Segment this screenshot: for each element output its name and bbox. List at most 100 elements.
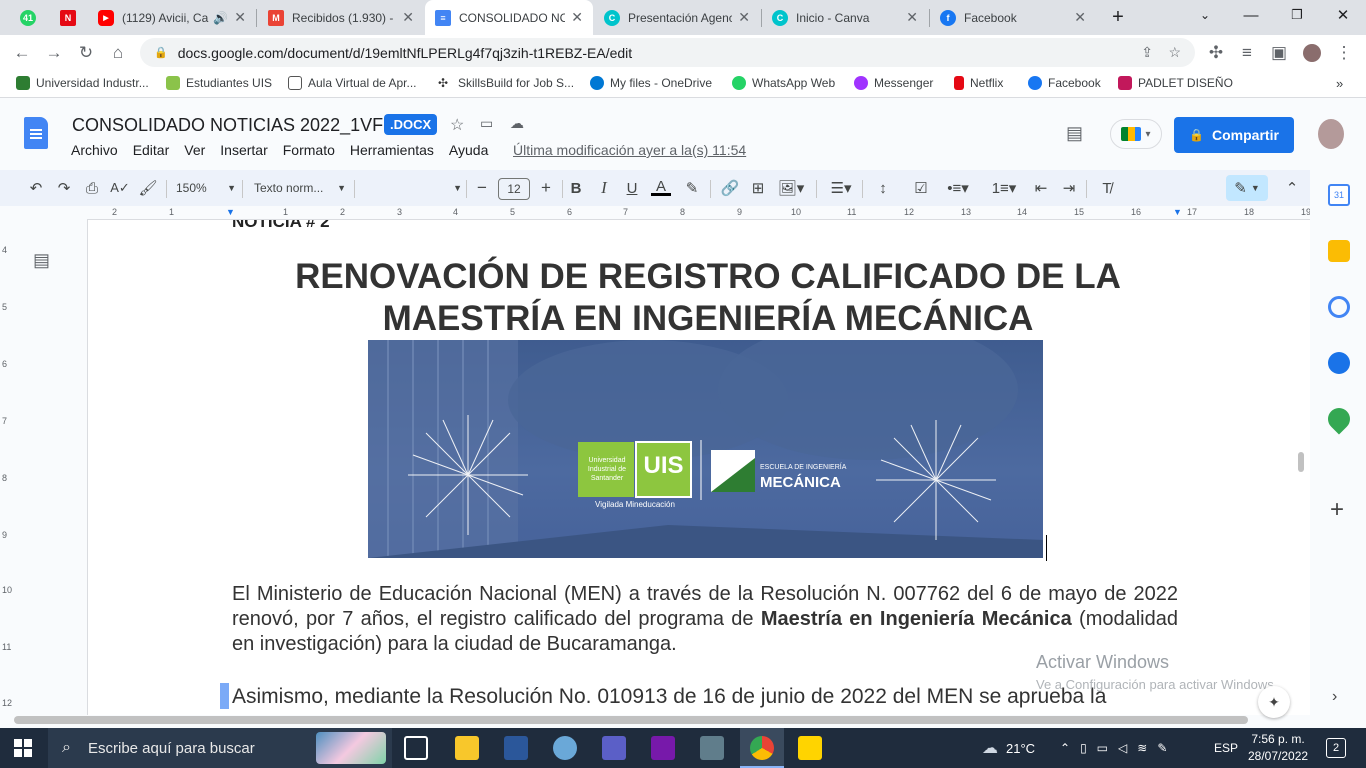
sticky-notes-icon[interactable] <box>798 736 822 760</box>
teams-icon[interactable] <box>602 736 626 760</box>
paint-format-icon[interactable]: 🖌 <box>138 178 158 198</box>
more-bookmarks-icon[interactable]: » <box>1336 76 1343 91</box>
document-page[interactable]: NOTICIA # 2 RENOVACIÓN DE REGISTRO CALIF… <box>87 220 1310 715</box>
lock-icon[interactable]: 🔒 <box>154 46 168 59</box>
task-view-icon[interactable] <box>404 736 428 760</box>
tasks-icon[interactable] <box>1328 296 1350 318</box>
close-icon[interactable]: ✕ <box>906 9 918 26</box>
close-icon[interactable]: ✕ <box>402 9 414 26</box>
minimize-button[interactable]: — <box>1228 0 1274 30</box>
share-page-icon[interactable]: ⇪ <box>1141 44 1153 61</box>
speaker-icon[interactable]: 🔊 <box>213 11 228 25</box>
star-icon[interactable]: ☆ <box>450 115 464 135</box>
bulleted-list-icon[interactable]: •≡▾ <box>940 178 976 198</box>
clock[interactable]: 7:56 p. m. 28/07/2022 <box>1248 731 1308 765</box>
insert-image-icon[interactable]: 🖼▾ <box>776 178 806 198</box>
system-tray-icons[interactable]: ⌃ ▯ ▭ ◁ ≋ ✎ <box>1060 728 1177 768</box>
extensions-icon[interactable]: ✣ <box>1202 39 1230 67</box>
notifications-icon[interactable]: 2 <box>1326 738 1346 758</box>
google-docs-logo-icon[interactable] <box>24 117 48 149</box>
tab-gmail[interactable]: M Recibidos (1.930) - c ✕ <box>258 0 424 35</box>
editing-mode-button[interactable]: ✎ ▼ <box>1226 175 1268 201</box>
decrease-indent-icon[interactable]: ⇤ <box>1030 178 1052 198</box>
bold-button[interactable]: B <box>566 178 586 198</box>
word-icon[interactable] <box>504 736 528 760</box>
spellcheck-icon[interactable]: A✓ <box>110 178 130 198</box>
numbered-list-icon[interactable]: 1≡▾ <box>986 178 1022 198</box>
text-color-button[interactable]: A <box>650 178 672 198</box>
bookmark-whatsapp[interactable]: WhatsApp Web <box>732 76 835 90</box>
tab-youtube[interactable]: ▶ (1129) Avicii, Ca 🔊 ✕ <box>88 0 256 35</box>
vertical-ruler[interactable]: 4 5 6 7 8 9 10 11 12 <box>0 220 14 715</box>
highlight-icon[interactable]: ✎ <box>682 178 702 198</box>
increase-font-size-button[interactable]: + <box>536 178 556 198</box>
horizontal-ruler[interactable]: 2 1 ▼ 1 2 3 4 5 6 7 8 9 10 11 12 13 14 15 16 ▼ 17 18 19 <box>87 206 1311 220</box>
bookmark-uis[interactable]: Universidad Industr... <box>16 76 149 90</box>
keep-icon[interactable] <box>1328 240 1350 262</box>
chrome-taskbar-button[interactable] <box>740 728 784 768</box>
close-icon[interactable]: ✕ <box>738 9 750 26</box>
undo-icon[interactable]: ↶ <box>26 178 46 198</box>
side-panel-icon[interactable]: ▣ <box>1265 39 1293 67</box>
paint-icon[interactable] <box>553 736 577 760</box>
menu-archivo[interactable]: Archivo <box>71 142 118 158</box>
style-select[interactable]: Texto norm... ▼ <box>254 178 346 198</box>
taskbar-search[interactable]: ⌕ Escribe aquí para buscar <box>48 728 392 768</box>
bookmark-star-icon[interactable]: ☆ <box>1168 44 1181 61</box>
vertical-scrollbar-thumb[interactable] <box>1298 452 1304 472</box>
cloud-status-icon[interactable]: ☁ <box>510 115 524 132</box>
checklist-icon[interactable]: ☑ <box>910 178 932 198</box>
tab-facebook[interactable]: f Facebook ✕ <box>930 0 1096 35</box>
close-window-button[interactable]: ✕ <box>1320 0 1366 30</box>
close-icon[interactable]: ✕ <box>1074 9 1086 26</box>
bookmark-messenger[interactable]: Messenger <box>854 76 933 90</box>
forward-button[interactable]: → <box>40 39 68 67</box>
menu-ver[interactable]: Ver <box>184 142 205 158</box>
menu-herramientas[interactable]: Herramientas <box>350 142 434 158</box>
redo-icon[interactable]: ↷ <box>54 178 74 198</box>
bookmark-estudiantes[interactable]: Estudiantes UIS <box>166 76 272 90</box>
tab-netflix[interactable]: N <box>50 0 86 35</box>
tab-canva-home[interactable]: C Inicio - Canva ✕ <box>762 0 928 35</box>
increase-indent-icon[interactable]: ⇥ <box>1058 178 1080 198</box>
share-button[interactable]: 🔒 Compartir <box>1174 117 1294 153</box>
meet-button[interactable]: ▾ <box>1110 119 1162 149</box>
new-tab-button[interactable]: + <box>1100 2 1136 32</box>
underline-button[interactable]: U <box>622 178 642 198</box>
windows-start-icon[interactable] <box>14 739 32 757</box>
back-button[interactable]: ← <box>8 39 36 67</box>
home-button[interactable]: ⌂ <box>104 39 132 67</box>
news-banner-image[interactable]: Universidad Industrial de Santander UIS … <box>368 340 1043 558</box>
zoom-select[interactable]: 150% ▼ <box>176 178 236 198</box>
menu-insertar[interactable]: Insertar <box>220 142 267 158</box>
explore-button[interactable]: ✦ <box>1258 686 1290 718</box>
language-indicator[interactable]: ESP <box>1214 728 1238 768</box>
move-folder-icon[interactable]: ▭ <box>480 115 493 132</box>
add-addon-icon[interactable]: + <box>1330 496 1344 524</box>
reading-list-icon[interactable]: ≡ <box>1233 39 1261 67</box>
tab-search-chevron-icon[interactable]: ⌄ <box>1182 0 1228 30</box>
tab-canva-presentation[interactable]: C Presentación Agenc ✕ <box>594 0 760 35</box>
align-icon[interactable]: ☰▾ <box>826 178 856 198</box>
print-icon[interactable]: ⎙ <box>82 178 102 198</box>
tab-google-docs[interactable]: ≡ CONSOLIDADO NC ✕ <box>425 0 593 35</box>
hide-menus-icon[interactable]: ⌃ <box>1282 178 1302 198</box>
tab-whatsapp[interactable]: 41 <box>12 0 44 35</box>
profile-avatar[interactable] <box>1298 39 1326 67</box>
menu-formato[interactable]: Formato <box>283 142 335 158</box>
bookmark-skillsbuild[interactable]: ✣ SkillsBuild for Job S... <box>438 76 574 90</box>
calendar-icon[interactable]: 31 <box>1328 184 1350 206</box>
menu-ayuda[interactable]: Ayuda <box>449 142 488 158</box>
url-bar[interactable]: 🔒 docs.google.com/document/d/19emltNfLPE… <box>140 38 1195 67</box>
bookmark-padlet[interactable]: PADLET DISEÑO <box>1118 76 1233 90</box>
add-comment-icon[interactable]: ⊞ <box>748 178 768 198</box>
close-icon[interactable]: ✕ <box>571 9 583 26</box>
remote-desktop-icon[interactable] <box>700 736 724 760</box>
comments-icon[interactable]: ▤ <box>1066 123 1083 144</box>
italic-button[interactable]: I <box>594 178 614 198</box>
reload-button[interactable]: ↻ <box>72 39 100 67</box>
last-modified-link[interactable]: Última modificación ayer a la(s) 11:54 <box>513 142 746 158</box>
font-select[interactable]: ▼ <box>364 178 462 198</box>
font-size-input[interactable]: 12 <box>498 178 530 200</box>
clear-formatting-icon[interactable]: T̸ <box>1096 178 1118 198</box>
